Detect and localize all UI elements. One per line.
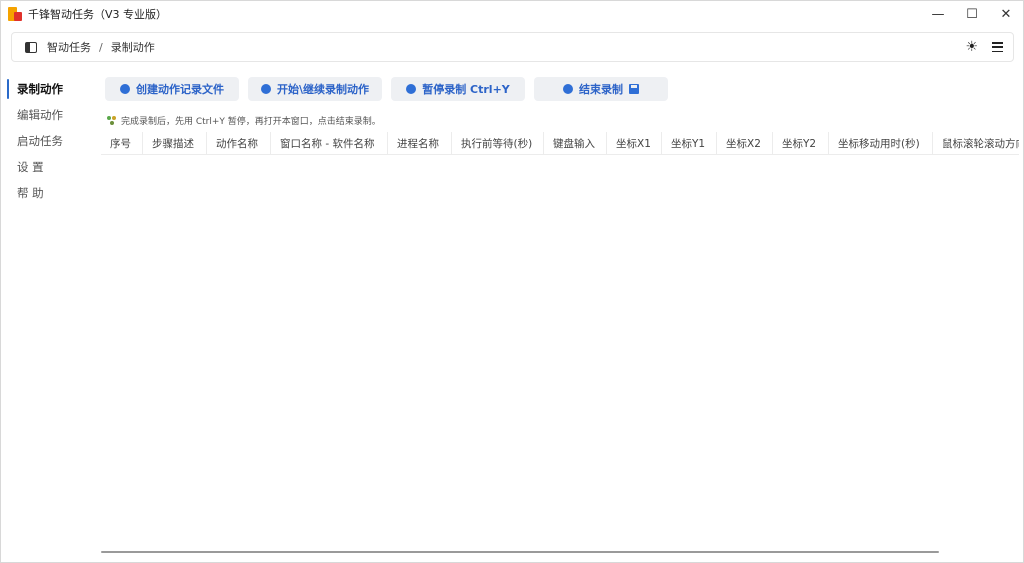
maximize-button[interactable]: ☐ bbox=[955, 1, 989, 27]
sidebar-item-start[interactable]: 启动任务 bbox=[7, 128, 87, 154]
column-header[interactable]: 坐标X2 bbox=[717, 132, 773, 154]
window-title: 千锋智动任务（V3 专业版） bbox=[28, 8, 168, 21]
start-recording-button[interactable]: 开始\继续录制动作 bbox=[248, 77, 382, 101]
title-bar[interactable]: 千锋智动任务（V3 专业版） — ☐ ✕ bbox=[1, 1, 1023, 27]
column-header[interactable]: 坐标X1 bbox=[607, 132, 662, 154]
table-header: 序号 步骤描述 动作名称 窗口名称 - 软件名称 进程名称 执行前等待(秒) 键… bbox=[101, 132, 1019, 155]
horizontal-scrollbar[interactable] bbox=[101, 551, 939, 553]
create-icon bbox=[120, 84, 130, 94]
breadcrumb-current: 录制动作 bbox=[110, 41, 155, 54]
column-header[interactable]: 步骤描述 bbox=[143, 132, 207, 154]
column-header[interactable]: 坐标Y1 bbox=[662, 132, 717, 154]
close-button[interactable]: ✕ bbox=[989, 1, 1023, 27]
create-record-file-label: 创建动作记录文件 bbox=[136, 83, 224, 96]
start-recording-label: 开始\继续录制动作 bbox=[276, 83, 370, 96]
end-recording-label: 结束录制 bbox=[579, 83, 623, 96]
end-recording-button[interactable]: 结束录制 bbox=[534, 77, 668, 101]
sidebar-toggle-icon[interactable] bbox=[25, 41, 37, 53]
column-header[interactable]: 动作名称 bbox=[207, 132, 271, 154]
app-window: 千锋智动任务（V3 专业版） — ☐ ✕ 智动任务 / 录制动作 ☀ 录制动作 … bbox=[0, 0, 1024, 563]
column-header[interactable]: 坐标移动用时(秒) bbox=[829, 132, 933, 154]
column-header[interactable]: 执行前等待(秒) bbox=[452, 132, 544, 154]
sidebar: 录制动作 编辑动作 启动任务 设 置 帮 助 bbox=[7, 76, 87, 206]
sidebar-item-settings[interactable]: 设 置 bbox=[7, 154, 87, 180]
column-header[interactable]: 坐标Y2 bbox=[773, 132, 829, 154]
header-bar: 智动任务 / 录制动作 ☀ bbox=[11, 32, 1014, 62]
save-icon bbox=[629, 84, 639, 94]
breadcrumb-separator: / bbox=[99, 40, 103, 54]
sidebar-item-help[interactable]: 帮 助 bbox=[7, 180, 87, 206]
column-header[interactable]: 进程名称 bbox=[388, 132, 452, 154]
toolbar: 创建动作记录文件 开始\继续录制动作 暂停录制 Ctrl+Y 结束录制 bbox=[105, 77, 668, 101]
sidebar-item-edit[interactable]: 编辑动作 bbox=[7, 102, 87, 128]
sun-icon[interactable]: ☀ bbox=[965, 39, 978, 55]
pause-recording-button[interactable]: 暂停录制 Ctrl+Y bbox=[391, 77, 525, 101]
start-icon bbox=[260, 84, 271, 94]
sidebar-item-record[interactable]: 录制动作 bbox=[7, 76, 87, 102]
create-record-file-button[interactable]: 创建动作记录文件 bbox=[105, 77, 239, 101]
minimize-button[interactable]: — bbox=[921, 1, 955, 27]
tip-icon bbox=[107, 115, 117, 126]
header-actions: ☀ bbox=[965, 33, 1003, 61]
window-controls: — ☐ ✕ bbox=[921, 1, 1023, 27]
hint-message: 完成录制后，先用 Ctrl+Y 暂停，再打开本窗口，点击结束录制。 bbox=[121, 117, 381, 127]
column-header[interactable]: 鼠标滚轮滚动方向 bbox=[933, 132, 1019, 154]
end-icon bbox=[563, 84, 573, 94]
app-logo-icon bbox=[8, 7, 22, 21]
pause-recording-label: 暂停录制 Ctrl+Y bbox=[422, 83, 510, 96]
column-header[interactable]: 窗口名称 - 软件名称 bbox=[271, 132, 388, 154]
menu-icon[interactable] bbox=[992, 42, 1003, 52]
column-header[interactable]: 序号 bbox=[101, 132, 143, 154]
column-header[interactable]: 键盘输入 bbox=[544, 132, 607, 154]
breadcrumb-root[interactable]: 智动任务 bbox=[47, 39, 91, 55]
hint-text: 完成录制后，先用 Ctrl+Y 暂停，再打开本窗口，点击结束录制。 bbox=[107, 114, 381, 127]
pause-icon bbox=[406, 84, 417, 94]
